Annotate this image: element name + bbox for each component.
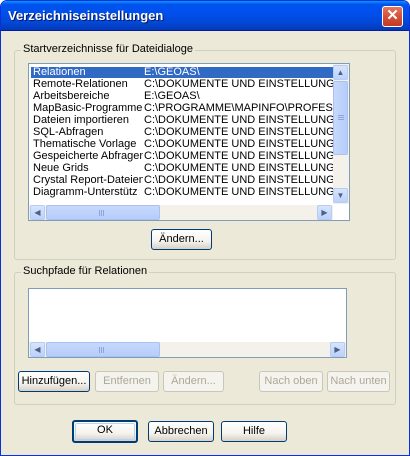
vscroll-thumb[interactable]: [333, 81, 348, 155]
hscroll-thumb[interactable]: [46, 205, 160, 220]
dir-name: Diagramm-Unterstütz: [33, 187, 138, 198]
scroll-right-button[interactable]: ▶: [330, 342, 345, 357]
move-up-button[interactable]: Nach oben: [259, 371, 323, 392]
arrow-right-icon: ▶: [321, 208, 328, 217]
dir-name: Neue Grids: [33, 163, 89, 174]
list-item[interactable]: Relationen E:\GEOAS\: [31, 67, 335, 78]
dir-path: E:\GEOAS\: [144, 67, 200, 78]
dir-name: MapBasic-Programme: [33, 103, 143, 114]
move-down-button[interactable]: Nach unten: [327, 371, 390, 392]
dir-path: C:\DOKUMENTE UND EINSTELLUNG: [144, 187, 334, 198]
dir-path: C:\DOKUMENTE UND EINSTELLUNG: [144, 79, 334, 90]
dialog-window: Verzeichniseinstellungen ✕ Startverzeich…: [0, 0, 410, 456]
dir-name: Thematische Vorlage: [33, 139, 137, 150]
add-button[interactable]: Hinzufügen...: [18, 371, 90, 392]
arrow-up-icon: ▲: [336, 68, 345, 77]
search-paths-hscrollbar[interactable]: ◀ ▶: [29, 342, 346, 357]
scroll-right-button[interactable]: ▶: [317, 205, 332, 220]
dir-name: Remote-Relationen: [33, 79, 128, 90]
dir-name: Crystal Report-Dateien: [33, 175, 143, 186]
dir-name: SQL-Abfragen: [33, 127, 104, 138]
list-item[interactable]: Dateien importieren C:\DOKUMENTE UND EINS…: [31, 115, 335, 126]
start-dirs-label: Startverzeichnisse für Dateidialoge: [21, 43, 195, 55]
dir-name: Arbeitsbereiche: [33, 91, 110, 102]
ok-button[interactable]: OK: [72, 420, 138, 443]
close-button[interactable]: ✕: [382, 6, 403, 27]
start-dirs-list[interactable]: Relationen E:\GEOAS\ Remote-Relationen C:\D…: [28, 63, 350, 221]
list-item[interactable]: Remote-Relationen C:\DOKUMENTE UND EINSTE…: [31, 79, 335, 90]
list-item[interactable]: SQL-Abfragen C:\DOKUMENTE UND EINSTELLUNG: [31, 127, 335, 138]
scroll-up-button[interactable]: ▲: [333, 65, 348, 80]
remove-button[interactable]: Entfernen: [95, 371, 159, 392]
scroll-down-button[interactable]: ▼: [333, 188, 348, 203]
dir-path: C:\DOKUMENTE UND EINSTELLUNG: [144, 139, 334, 150]
cancel-button[interactable]: Abbrechen: [148, 421, 214, 442]
list-item[interactable]: Diagramm-Unterstütz C:\DOKUMENTE UND EINS…: [31, 187, 335, 198]
change-start-dir-button[interactable]: Ändern...: [151, 229, 212, 250]
search-paths-list[interactable]: ◀ ▶: [28, 288, 347, 358]
dir-path: C:\DOKUMENTE UND EINSTELLUNG: [144, 151, 334, 162]
list-item[interactable]: Crystal Report-Dateien C:\DOKUMENTE UND E…: [31, 175, 335, 186]
dir-path: C:\PROGRAMME\MAPINFO\PROFES: [144, 103, 333, 114]
dir-name: Dateien importieren: [33, 115, 129, 126]
start-dirs-hscrollbar[interactable]: ◀ ▶: [29, 205, 333, 220]
list-item[interactable]: MapBasic-Programme C:\PROGRAMME\MAPINFO\P…: [31, 103, 335, 114]
start-dirs-vscrollbar[interactable]: ▲ ▼: [333, 64, 349, 204]
list-item[interactable]: Thematische Vorlage C:\DOKUMENTE UND EINS…: [31, 139, 335, 150]
arrow-left-icon: ◀: [34, 208, 41, 217]
title-bar[interactable]: Verzeichniseinstellungen ✕: [1, 1, 409, 31]
help-button[interactable]: Hilfe: [221, 421, 287, 442]
change-search-path-button[interactable]: Ändern...: [163, 371, 224, 392]
list-item[interactable]: Neue Grids C:\DOKUMENTE UND EINSTELLUNG: [31, 163, 335, 174]
search-paths-label: Suchpfade für Relationen: [21, 265, 150, 277]
dir-path: C:\DOKUMENTE UND EINSTELLUNG: [144, 163, 334, 174]
hscroll-thumb[interactable]: [46, 342, 160, 357]
arrow-left-icon: ◀: [34, 345, 41, 354]
scroll-left-button[interactable]: ◀: [30, 205, 45, 220]
dir-path: C:\DOKUMENTE UND EINSTELLUNG: [144, 115, 334, 126]
dir-path: E:\GEOAS\: [144, 91, 200, 102]
dir-path: C:\DOKUMENTE UND EINSTELLUNG: [144, 127, 334, 138]
list-item[interactable]: Gespeicherte Abfragen C:\DOKUMENTE UND EI…: [31, 151, 335, 162]
dir-name: Relationen: [33, 67, 86, 78]
window-title: Verzeichniseinstellungen: [8, 8, 164, 23]
arrow-right-icon: ▶: [334, 345, 341, 354]
dir-name: Gespeicherte Abfragen: [33, 151, 143, 162]
dir-path: C:\DOKUMENTE UND EINSTELLUNG: [144, 175, 334, 186]
list-item[interactable]: Arbeitsbereiche E:\GEOAS\: [31, 91, 335, 102]
arrow-down-icon: ▼: [336, 191, 345, 200]
scroll-left-button[interactable]: ◀: [30, 342, 45, 357]
